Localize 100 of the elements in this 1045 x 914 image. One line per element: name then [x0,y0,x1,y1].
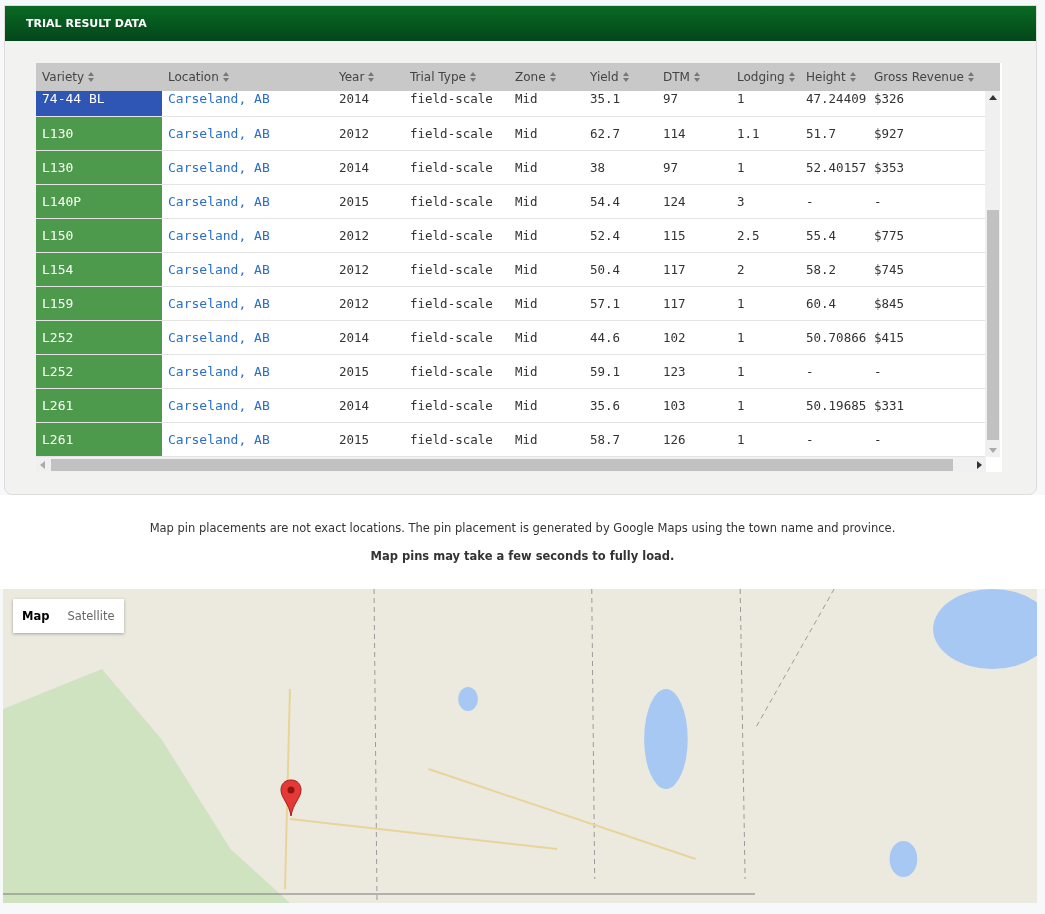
table-cell-text: field-scale [409,431,494,449]
table-cell-text: 60.4 [805,295,838,313]
sort-icon [368,72,375,82]
variety-cell: L261 [36,389,162,422]
table-cell-text: 54.4 [589,193,622,211]
sort-icon [549,72,556,82]
map-pin-icon[interactable] [280,779,302,817]
table-cell-text: 52.4 [589,227,622,245]
scroll-right-icon[interactable] [977,460,982,469]
table-cell-text: 117 [662,295,687,313]
table-cell-text: Mid [514,159,539,177]
location-link[interactable]: Carseland, AB [168,330,270,345]
table-cell-text: 50.19685 [805,397,868,415]
column-header[interactable]: Zone [509,63,584,91]
table-cell-text: 38 [589,159,607,177]
scroll-up-icon[interactable] [988,95,997,100]
location-link[interactable]: Carseland, AB [168,432,270,447]
location-link[interactable]: Carseland, AB [168,228,270,243]
table-cell-text: - [873,431,883,449]
column-header[interactable]: Year [333,63,404,91]
table-cell-text: $745 [873,261,906,279]
table-cell-text: 50.70866 [805,329,868,347]
table-cell-text: field-scale [409,295,494,313]
map-type-tab[interactable]: Map [13,599,59,633]
variety-cell: L150 [36,219,162,252]
table-cell-text: 1.1 [736,125,761,143]
table-cell-text: field-scale [409,227,494,245]
variety-cell: L130 [36,151,162,184]
location-link[interactable]: Carseland, AB [168,398,270,413]
variety-cell: L261 [36,423,162,456]
table-cell-text: 2014 [338,91,371,108]
variety-cell: L130 [36,117,162,150]
location-link[interactable]: Carseland, AB [168,262,270,277]
table-cell-text: 1 [736,363,746,381]
scroll-down-icon[interactable] [988,448,997,453]
location-link[interactable]: Carseland, AB [168,126,270,141]
sort-icon [88,72,95,82]
table-cell-text: - [873,363,883,381]
column-header[interactable]: Gross Revenue [868,63,985,91]
column-header[interactable]: Lodging [731,63,800,91]
table-cell-text: 115 [662,227,687,245]
table-cell-text: field-scale [409,159,494,177]
table-cell-text: 57.1 [589,295,622,313]
table-cell-text: 126 [662,431,687,449]
table-cell-text: field-scale [409,261,494,279]
table-cell-text: $845 [873,295,906,313]
table-cell-text: 2.5 [736,227,761,245]
location-link[interactable]: Carseland, AB [168,296,270,311]
table-cell-text: $415 [873,329,906,347]
horizontal-scrollbar[interactable] [36,457,986,472]
table-cell-text: 2012 [338,295,371,313]
table-cell-text: $326 [873,91,906,108]
table-cell-text: field-scale [409,91,494,108]
map-type-tab[interactable]: Satellite [58,599,124,633]
table-cell-text: 117 [662,261,687,279]
column-header[interactable]: Location [162,63,333,91]
table-cell-text: $353 [873,159,906,177]
table-cell-text: 59.1 [589,363,622,381]
table-cell-text: field-scale [409,363,494,381]
table-cell-text: $775 [873,227,906,245]
table-cell-text: 1 [736,431,746,449]
table-cell-text: field-scale [409,125,494,143]
table-cell-text: 51.7 [805,125,838,143]
table-cell-text: 123 [662,363,687,381]
column-header[interactable]: Variety [36,63,162,91]
location-link[interactable]: Carseland, AB [168,91,270,106]
vertical-scrollbar[interactable] [985,91,1000,457]
table-cell-text: Mid [514,363,539,381]
table-cell-text: field-scale [409,329,494,347]
table-cell-text: 2015 [338,363,371,381]
table-cell-text: 2012 [338,227,371,245]
table-cell-text: 2014 [338,159,371,177]
variety-cell: L252 [36,355,162,388]
location-link[interactable]: Carseland, AB [168,364,270,379]
table-cell-text: 55.4 [805,227,838,245]
table-cell-text: 2015 [338,193,371,211]
variety-cell: L154 [36,253,162,286]
panel-title: TRIAL RESULT DATA [26,17,147,30]
location-link[interactable]: Carseland, AB [168,194,270,209]
column-header[interactable]: Yield [584,63,657,91]
map-note: Map pins may take a few seconds to fully load. [370,549,675,563]
sort-icon [967,72,974,82]
table-cell-text: 2 [736,261,746,279]
scroll-left-icon[interactable] [40,460,45,469]
sort-icon [693,72,700,82]
column-header[interactable]: Height [800,63,868,91]
location-link[interactable]: Carseland, AB [168,160,270,175]
table-cell-text: 1 [736,295,746,313]
variety-cell: L252 [36,321,162,354]
table-cell-text: 52.40157 [805,159,868,177]
table-cell-text: 1 [736,159,746,177]
table-cell-text: 2012 [338,125,371,143]
table-cell-text: 102 [662,329,687,347]
table-cell-text: 124 [662,193,687,211]
table-cell-text: 62.7 [589,125,622,143]
column-header[interactable]: DTM [657,63,731,91]
table-cell-text: field-scale [409,193,494,211]
column-header[interactable]: Trial Type [404,63,509,91]
table-cell-text: - [805,363,815,381]
table-cell-text: 50.4 [589,261,622,279]
